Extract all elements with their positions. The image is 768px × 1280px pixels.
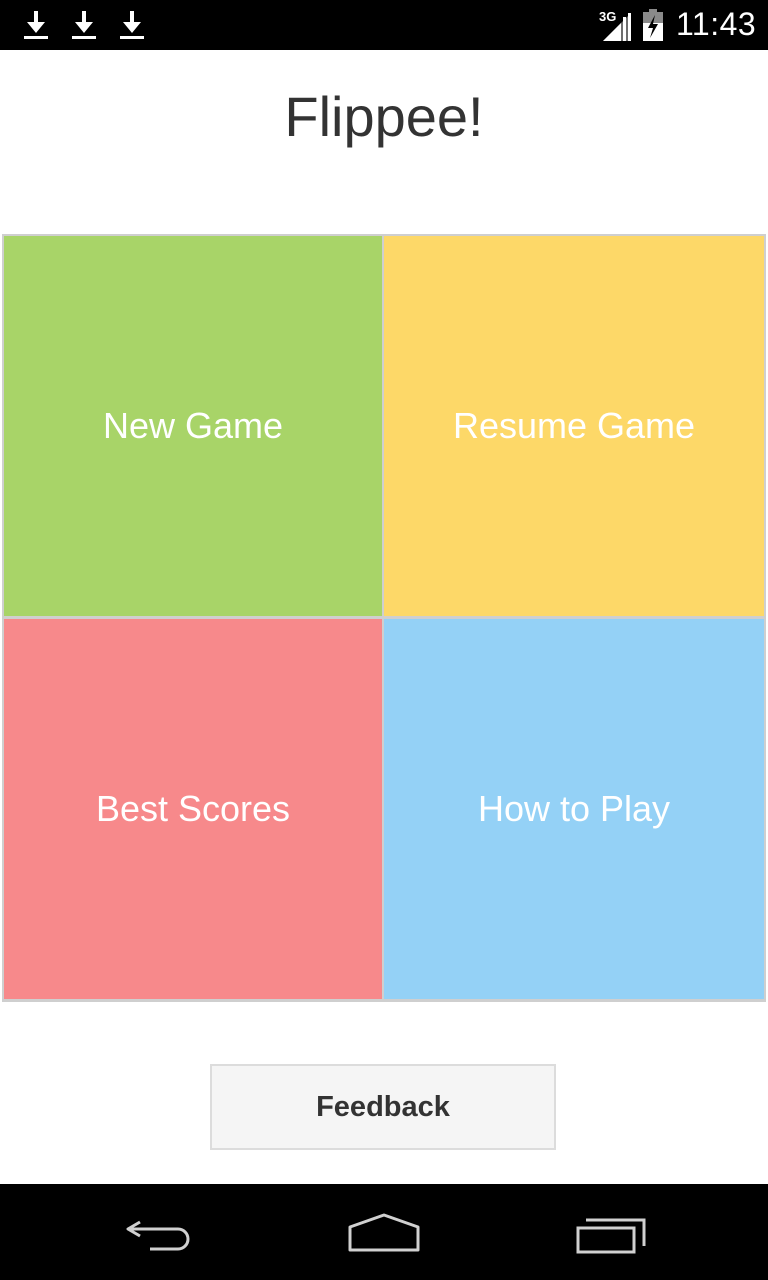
download-icon bbox=[72, 11, 96, 39]
how-to-play-button[interactable]: How to Play bbox=[384, 619, 764, 999]
back-icon[interactable] bbox=[120, 1208, 200, 1258]
app-title: Flippee! bbox=[284, 85, 484, 148]
signal-strength-icon bbox=[603, 13, 631, 41]
download-icon bbox=[24, 11, 48, 39]
menu-grid: New Game Resume Game Best Scores How to … bbox=[2, 234, 766, 1002]
clock: 11:43 bbox=[676, 6, 757, 42]
home-icon[interactable] bbox=[344, 1208, 424, 1258]
download-icon bbox=[120, 11, 144, 39]
status-bar: 3G 11:43 bbox=[0, 0, 768, 50]
feedback-button[interactable]: Feedback bbox=[210, 1064, 556, 1150]
battery-charging-icon bbox=[643, 9, 663, 41]
new-game-button[interactable]: New Game bbox=[4, 236, 382, 616]
navigation-bar bbox=[0, 1184, 768, 1280]
resume-game-button[interactable]: Resume Game bbox=[384, 236, 764, 616]
recents-icon[interactable] bbox=[570, 1208, 650, 1258]
best-scores-button[interactable]: Best Scores bbox=[4, 619, 382, 999]
